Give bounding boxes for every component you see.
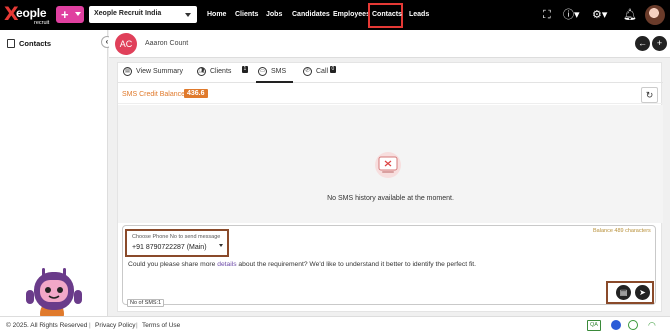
phone-select-label: Choose Phone No to send message <box>132 234 221 240</box>
footer-separator: | <box>89 322 91 329</box>
gear-icon[interactable]: ⚙▾ <box>592 9 607 21</box>
empty-state-text: No SMS history available at the moment. <box>327 195 454 202</box>
message-text-part: about the requirement? We'd like to unde… <box>236 261 477 268</box>
chevron-down-icon <box>75 12 81 16</box>
clients-icon: 👥︎ <box>197 67 206 76</box>
chevron-down-icon <box>219 244 223 247</box>
nav-candidates[interactable]: Candidates <box>292 0 330 30</box>
bell-icon[interactable]: 🔔︎ <box>623 9 637 21</box>
sms-composer: Balance 489 characters Choose Phone No t… <box>122 225 656 307</box>
logo-subtext: recruit <box>34 20 50 26</box>
nav-home[interactable]: Home <box>207 0 226 30</box>
user-circle-icon[interactable] <box>611 320 621 330</box>
environment-badge: QA <box>587 320 601 331</box>
summary-icon: ▤ <box>123 67 132 76</box>
contact-avatar: AC <box>115 33 137 55</box>
no-messages-icon <box>375 152 401 178</box>
sms-credit-value: 436.6 <box>184 89 208 98</box>
phone-select-value: +91 8790722287 (Main) <box>132 244 207 251</box>
nav-jobs[interactable]: Jobs <box>266 0 282 30</box>
footer: © 2025. All Rights Reserved | Privacy Po… <box>0 316 670 333</box>
help-icon[interactable]: ⓘ▾ <box>563 9 580 21</box>
plus-icon: + <box>61 7 69 22</box>
nav-contacts[interactable]: Contacts <box>372 0 402 30</box>
check-circle-icon[interactable] <box>628 320 638 330</box>
message-textarea[interactable]: Could you please share more details abou… <box>128 261 476 268</box>
tab-label: SMS <box>271 68 287 75</box>
sms-history-area: No SMS history available at the moment. <box>118 105 663 223</box>
back-button[interactable]: ← <box>635 36 650 51</box>
tab-bar: ▤ View Summary 👥︎ Clients 1 ▭ SMS ✆ Call… <box>118 63 663 83</box>
user-avatar[interactable] <box>645 5 665 25</box>
quick-add-button[interactable]: + <box>56 6 84 23</box>
sms-count-badge: No of SMS:1 <box>127 299 165 307</box>
contact-name: Aaaron Count <box>145 40 189 47</box>
terms-of-use-link[interactable]: Terms of Use <box>142 322 180 329</box>
fullscreen-icon[interactable]: ⛶ <box>543 9 551 21</box>
contact-header: AC Aaaron Count ← + <box>109 30 670 58</box>
add-button[interactable]: + <box>652 36 667 51</box>
sidebar-item-label: Contacts <box>19 39 52 48</box>
sms-credit-label: SMS Credit Balance: <box>122 91 187 98</box>
nav-employees[interactable]: Employees <box>333 0 370 30</box>
wifi-icon: ◠ <box>648 320 656 330</box>
nav-leads[interactable]: Leads <box>409 0 429 30</box>
phone-number-select[interactable]: Choose Phone No to send message +91 8790… <box>125 229 229 257</box>
xeople-logo[interactable]: X eople recruit <box>4 3 54 28</box>
tab-count-badge: 1 <box>242 66 248 73</box>
tab-count-badge: 0 <box>330 66 336 73</box>
send-button[interactable]: ➤ <box>635 285 650 300</box>
tab-label: View Summary <box>136 68 183 75</box>
template-button[interactable]: ▤ <box>616 285 631 300</box>
contact-card-icon <box>7 39 15 48</box>
organization-select[interactable]: Xeople Recruit India <box>89 6 197 23</box>
balance-characters: Balance 489 characters <box>593 228 651 234</box>
organization-value: Xeople Recruit India <box>94 10 162 17</box>
message-text-part: Could you please share more <box>128 261 218 268</box>
active-tab-indicator <box>256 81 293 83</box>
left-sidebar: Contacts <box>0 30 108 328</box>
copyright-text: © 2025. All Rights Reserved <box>6 322 88 329</box>
privacy-policy-link[interactable]: Privacy Policy <box>95 322 135 329</box>
chevron-down-icon <box>185 13 191 17</box>
nav-clients[interactable]: Clients <box>235 0 258 30</box>
tab-label: Clients <box>210 68 232 75</box>
message-text-highlight: details <box>217 261 237 268</box>
sidebar-item-contacts[interactable]: Contacts <box>0 36 108 52</box>
tab-label: Call <box>316 68 329 75</box>
composer-actions: ▤ ➤ <box>606 281 654 304</box>
footer-separator: | <box>136 322 138 329</box>
phone-icon: ✆ <box>303 67 312 76</box>
message-icon: ▭ <box>258 67 267 76</box>
refresh-button[interactable]: ↻ <box>641 87 658 103</box>
sms-credit-row: SMS Credit Balance: 436.6 <box>118 86 663 104</box>
logo-text: eople <box>16 6 47 20</box>
top-bar: X eople recruit + Xeople Recruit India H… <box>0 0 670 30</box>
